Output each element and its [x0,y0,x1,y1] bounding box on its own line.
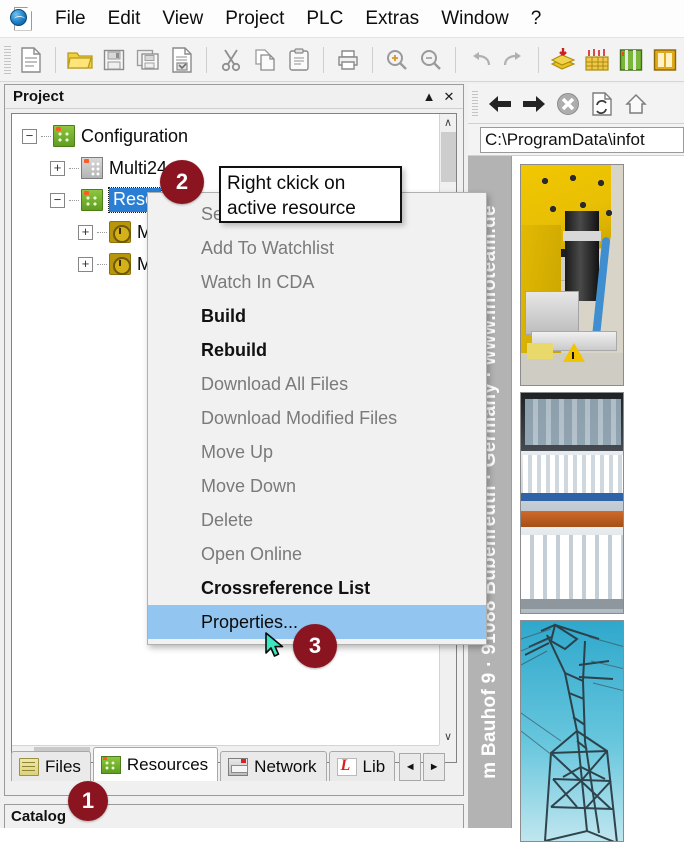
browser-toolbar-grip[interactable] [472,90,478,117]
project-tab-strip: Files Resources Network Lib ◄ ► [11,745,457,781]
photo-column [512,156,684,842]
save-all-icon[interactable] [132,44,164,76]
browser-address-row: C:\ProgramData\infot [468,124,684,156]
tab-resources[interactable]: Resources [92,747,219,781]
instruction-tooltip: Right ckick on active resource [219,166,402,223]
cut-icon[interactable] [215,44,247,76]
resources-icon [100,755,121,774]
ctx-add-to-watchlist[interactable]: Add To Watchlist [148,231,486,265]
ctx-rebuild[interactable]: Rebuild [148,333,486,367]
tree-expander-task-1[interactable]: + [78,224,93,240]
menu-view[interactable]: View [151,6,214,32]
menu-edit[interactable]: Edit [97,6,152,32]
menu-project[interactable]: Project [214,6,295,32]
undo-icon[interactable] [464,44,496,76]
resource-context-menu: Set Add To Watchlist Watch In CDA Build … [147,192,487,645]
tree-expander-configuration[interactable]: − [22,128,37,144]
redo-icon[interactable] [498,44,530,76]
new-file-icon[interactable] [15,44,47,76]
tab-files-label: Files [45,756,81,776]
address-input[interactable]: C:\ProgramData\infot [480,126,684,153]
scroll-up-icon[interactable]: ∧ [440,114,456,131]
ctx-watch-in-cda[interactable]: Watch In CDA [148,265,486,299]
tooltip-line-2: active resource [227,198,356,220]
stop-icon[interactable] [551,87,585,121]
toolbar-grip[interactable] [4,45,11,74]
project-panel-titlebar: Project ▲ ✕ [5,85,463,109]
ctx-move-up[interactable]: Move Up [148,435,486,469]
menu-file[interactable]: File [44,6,97,32]
build-download-icon[interactable] [547,44,579,76]
tab-network-label: Network [254,756,317,776]
panel-close-icon[interactable]: ✕ [439,88,459,106]
tab-lib-label: Lib [362,756,386,776]
zoom-in-icon[interactable] [381,44,413,76]
tab-lib[interactable]: Lib [328,751,396,781]
tab-scroll-prev-icon[interactable]: ◄ [399,753,422,781]
application-window: File Edit View Project PLC Extras Window… [0,0,684,842]
photo-power-pylon [520,620,624,842]
panel-collapse-icon[interactable]: ▲ [419,88,439,106]
menu-help[interactable]: ? [520,6,553,32]
device-icon [81,157,103,179]
home-icon[interactable] [619,87,653,121]
tree-expander-multi24[interactable]: + [50,160,65,176]
tree-expander-task-2[interactable]: + [78,256,93,272]
tree-item-configuration[interactable]: − Configuration [18,120,439,152]
ctx-crossreference-list[interactable]: Crossreference List [148,571,486,605]
browser-content: m Bauhof 9 · 91088 Bubenreuth · Germany … [468,156,684,842]
resource-icon[interactable] [649,44,681,76]
print-icon[interactable] [332,44,364,76]
ctx-build[interactable]: Build [148,299,486,333]
step-badge-2: 2 [160,160,204,204]
task-clock-icon [109,253,131,275]
menu-bar: File Edit View Project PLC Extras Window… [0,0,684,38]
refresh-icon[interactable] [585,87,619,121]
ctx-download-all-files[interactable]: Download All Files [148,367,486,401]
zoom-out-icon[interactable] [415,44,447,76]
main-toolbar [0,38,684,82]
task-clock-icon [109,221,131,243]
step-badge-1: 1 [68,781,108,821]
paste-icon[interactable] [283,44,315,76]
browser-toolbar [468,84,684,124]
vertical-scroll-thumb[interactable] [441,132,456,182]
browser-panel: C:\ProgramData\infot m Bauhof 9 · 91088 … [468,84,684,842]
save-icon[interactable] [98,44,130,76]
tree-expander-resource[interactable]: − [50,192,65,208]
watchlist-icon[interactable] [581,44,613,76]
tab-resources-label: Resources [126,754,209,774]
open-folder-icon[interactable] [64,44,96,76]
tree-label-multi24: Multi24 [109,157,168,178]
forward-arrow-icon[interactable] [517,87,551,121]
photo-robot-arm [520,164,624,386]
panel-title-label: Project [13,88,64,105]
ctx-open-online[interactable]: Open Online [148,537,486,571]
variables-icon[interactable] [615,44,647,76]
tab-files[interactable]: Files [11,751,91,781]
step-badge-3: 3 [293,624,337,668]
tree-label-configuration: Configuration [81,125,189,146]
network-icon [228,757,249,776]
photo-production-line [520,392,624,614]
menu-window[interactable]: Window [430,6,520,32]
mouse-cursor-icon [265,632,287,660]
tab-network[interactable]: Network [220,751,327,781]
ctx-delete[interactable]: Delete [148,503,486,537]
ctx-download-modified-files[interactable]: Download Modified Files [148,401,486,435]
save-as-icon[interactable] [166,44,198,76]
tab-scroll-next-icon[interactable]: ► [423,753,446,781]
back-arrow-icon[interactable] [483,87,517,121]
resource-icon [81,189,103,211]
menu-extras[interactable]: Extras [354,6,430,32]
copy-icon[interactable] [249,44,281,76]
files-icon [19,757,39,776]
tooltip-line-1: Right ckick on [227,173,346,194]
ctx-move-down[interactable]: Move Down [148,469,486,503]
library-icon [336,757,357,776]
app-globe-page-icon [10,5,36,33]
menu-plc[interactable]: PLC [295,6,354,32]
scroll-down-icon[interactable]: ∨ [440,728,456,745]
configuration-icon [53,125,75,147]
